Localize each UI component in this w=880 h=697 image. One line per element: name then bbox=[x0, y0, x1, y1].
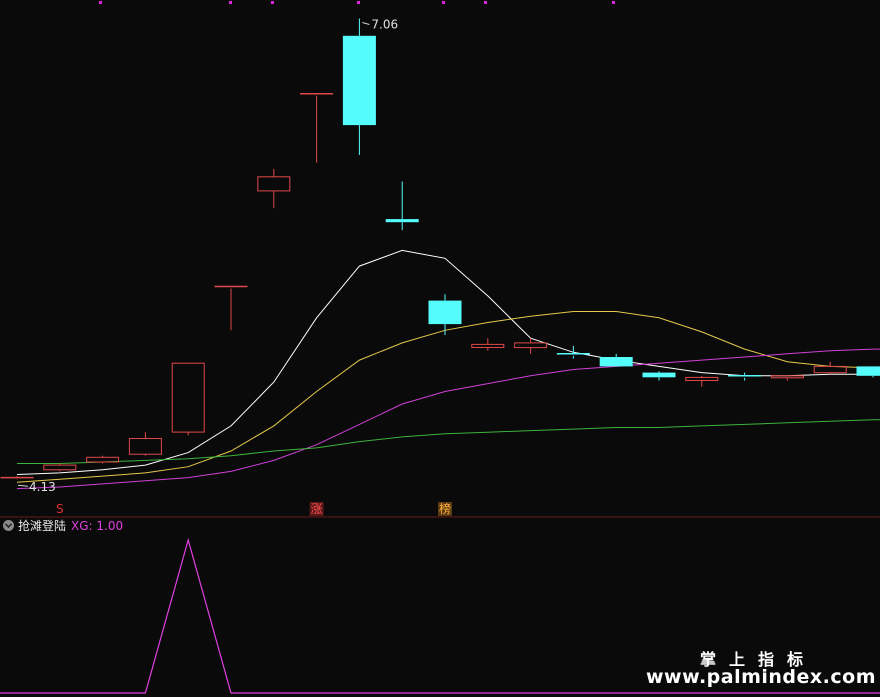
candle bbox=[556, 346, 590, 359]
signal-markers: S涨榜 bbox=[56, 501, 452, 516]
ma-line-4 bbox=[17, 419, 880, 464]
indicator-header: 抢滩登陆 XG: 1.00 bbox=[3, 518, 123, 533]
candle-body bbox=[128, 438, 162, 455]
candle bbox=[728, 372, 762, 381]
indicator-title: 抢滩登陆 bbox=[18, 519, 67, 533]
candle-body bbox=[428, 300, 462, 325]
max-price-label: 7.06 bbox=[371, 18, 398, 32]
moving-average-lines bbox=[16, 249, 880, 490]
candle-body bbox=[685, 376, 719, 381]
candle-body bbox=[342, 35, 376, 126]
candlesticks bbox=[0, 18, 880, 480]
collapse-icon[interactable] bbox=[3, 520, 14, 531]
price-labels: 7.06 4.13 bbox=[17, 18, 398, 494]
candle bbox=[257, 169, 291, 209]
max-price-pointer bbox=[362, 22, 370, 26]
candle bbox=[214, 285, 248, 331]
signal-marker: S bbox=[56, 502, 64, 516]
candle bbox=[128, 432, 162, 456]
candle bbox=[300, 92, 334, 163]
top-marker-dot bbox=[357, 1, 360, 4]
watermark-url: www.palmindex.com bbox=[646, 666, 877, 688]
candle-body bbox=[43, 464, 77, 471]
candle-body bbox=[257, 176, 291, 192]
candle bbox=[514, 338, 548, 354]
candle-body bbox=[471, 343, 505, 348]
top-marker-dot bbox=[442, 1, 445, 4]
candle bbox=[43, 463, 77, 472]
candle bbox=[0, 476, 34, 480]
candle bbox=[685, 375, 719, 387]
ma-line-2 bbox=[16, 311, 880, 483]
candle-body bbox=[813, 365, 847, 374]
top-marker-dot bbox=[99, 1, 102, 4]
candle bbox=[342, 18, 376, 155]
candle-body bbox=[770, 375, 804, 379]
top-markers bbox=[99, 1, 615, 4]
top-marker-dot bbox=[229, 1, 232, 4]
ma-line-1 bbox=[16, 249, 880, 475]
signal-marker-label: 榜 bbox=[439, 501, 451, 516]
top-marker-dot bbox=[612, 1, 615, 4]
candle bbox=[471, 338, 505, 351]
candle bbox=[86, 455, 120, 464]
top-marker-dot bbox=[484, 1, 487, 4]
min-price-label: 4.13 bbox=[29, 480, 56, 494]
candle bbox=[856, 366, 880, 378]
candle bbox=[813, 361, 847, 375]
signal-marker-label: 涨 bbox=[311, 501, 323, 516]
candle bbox=[171, 362, 205, 436]
top-marker-dot bbox=[271, 1, 274, 4]
candle-body bbox=[385, 219, 419, 223]
candle bbox=[770, 375, 804, 381]
candle bbox=[599, 353, 633, 367]
candle bbox=[428, 294, 462, 335]
signal-marker: 涨 bbox=[309, 501, 324, 516]
candle-body bbox=[599, 357, 633, 367]
candle-body bbox=[171, 362, 205, 433]
candle-body bbox=[856, 366, 880, 376]
candle-body bbox=[642, 372, 676, 378]
signal-marker-label: S bbox=[56, 502, 64, 516]
candle-body bbox=[514, 342, 548, 349]
min-price-pointer bbox=[17, 484, 29, 487]
candle bbox=[385, 181, 419, 231]
kline-chart: 7.06 4.13 S 涨 榜 bbox=[0, 1, 880, 694]
indicator-value: XG: 1.00 bbox=[71, 518, 124, 533]
candle bbox=[642, 371, 676, 381]
signal-marker: 榜 bbox=[438, 501, 452, 516]
ma-line-3 bbox=[16, 348, 880, 490]
